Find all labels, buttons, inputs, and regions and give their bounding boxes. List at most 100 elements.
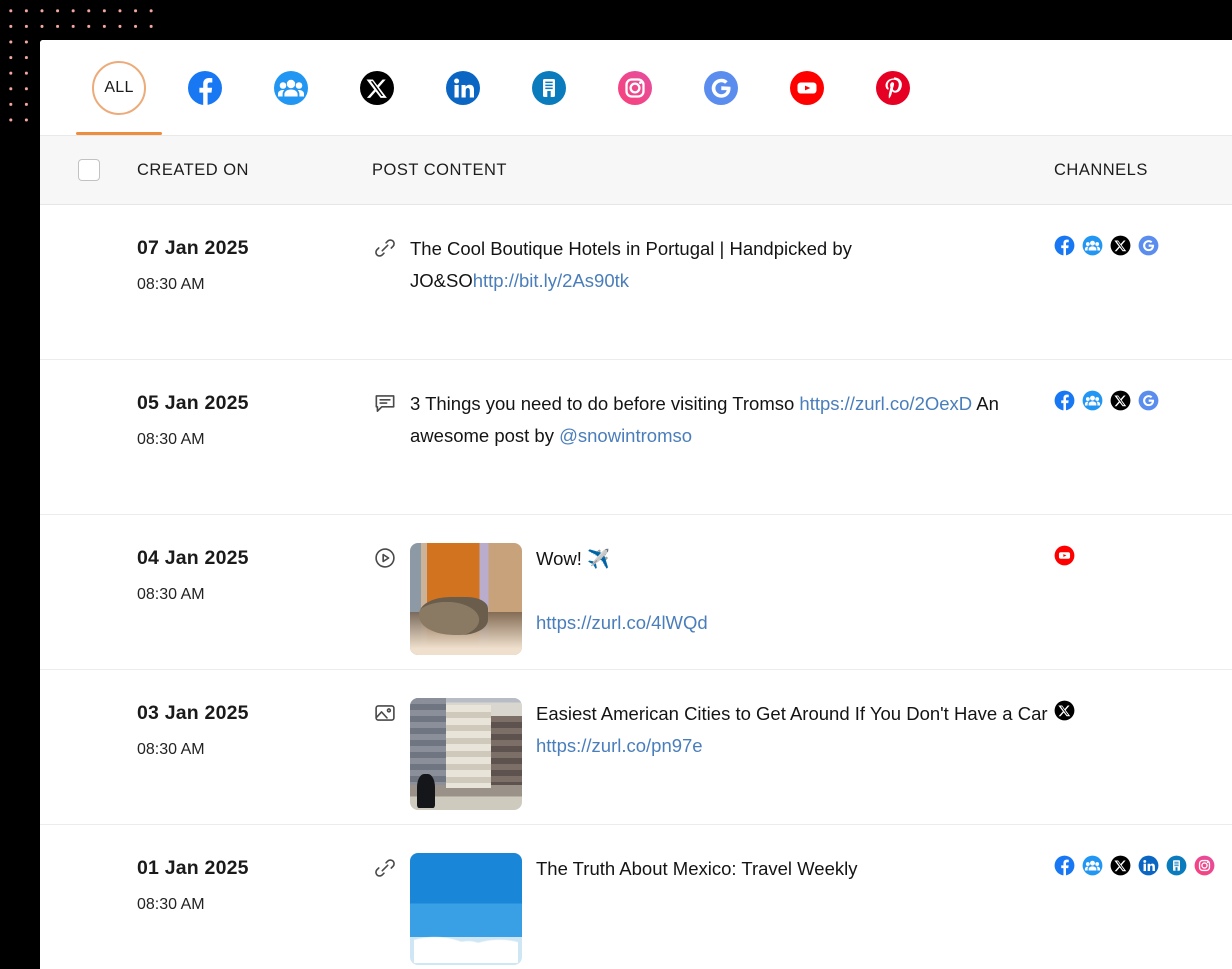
post-link[interactable]: @snowintromso	[559, 425, 692, 446]
channel-tab-instagram[interactable]	[592, 40, 678, 135]
table-row[interactable]: 04 Jan 2025 08:30 AM Wow! ✈️ https://zurl.c…	[40, 515, 1232, 670]
row-select-cell	[40, 515, 137, 669]
cat-video-thumbnail[interactable]	[410, 543, 522, 655]
post-link[interactable]: https://zurl.co/4lWQd	[536, 612, 708, 633]
header-channels[interactable]: CHANNELS	[1054, 161, 1232, 180]
header-post-content[interactable]: POST CONTENT	[372, 161, 1054, 180]
select-all-checkbox[interactable]	[77, 159, 100, 181]
x-twitter-icon[interactable]	[1110, 390, 1131, 411]
post-content-cell: 3 Things you need to do before visiting …	[372, 360, 1054, 514]
row-select-cell	[40, 360, 137, 514]
youtube-icon[interactable]	[1054, 545, 1075, 566]
channel-icon-list	[1054, 390, 1232, 411]
channels-cell	[1054, 515, 1232, 669]
channel-tab-x[interactable]	[334, 40, 420, 135]
post-link[interactable]: https://zurl.co/2OexD	[799, 393, 972, 414]
thumbnail-part	[410, 698, 446, 786]
created-on-cell: 07 Jan 2025 08:30 AM	[137, 205, 372, 359]
table-row[interactable]: 03 Jan 2025 08:30 AM Easiest American Citi…	[40, 670, 1232, 825]
post-link[interactable]: http://bit.ly/2As90tk	[473, 270, 629, 291]
facebook-group-icon[interactable]	[1082, 855, 1103, 876]
created-on-cell: 03 Jan 2025 08:30 AM	[137, 670, 372, 824]
image-icon	[375, 705, 395, 721]
row-select-cell	[40, 205, 137, 359]
channel-tab-fbgroup[interactable]	[248, 40, 334, 135]
created-on-cell: 01 Jan 2025 08:30 AM	[137, 825, 372, 969]
posts-table-body: 07 Jan 2025 08:30 AM The Cool Boutique Hot…	[40, 205, 1232, 969]
city-photo-thumbnail[interactable]	[410, 698, 522, 810]
post-text-segment: Easiest American Cities to Get Around If…	[536, 703, 1048, 724]
pinterest-icon	[876, 70, 910, 105]
facebook-icon	[188, 70, 222, 105]
post-content-cell: The Cool Boutique Hotels in Portugal | H…	[372, 205, 1054, 359]
channel-tab-gbusiness[interactable]	[678, 40, 764, 135]
linkedin-icon[interactable]	[1138, 855, 1159, 876]
post-text: The Cool Boutique Hotels in Portugal | H…	[410, 233, 1050, 359]
facebook-icon[interactable]	[1054, 390, 1075, 411]
google-business-icon	[704, 70, 738, 105]
thumbnail-part	[414, 915, 518, 963]
channel-filter-tabbar: ALL	[40, 40, 1232, 135]
linkedin-page-icon[interactable]	[1166, 855, 1187, 876]
post-text: Easiest American Cities to Get Around If…	[536, 698, 1054, 824]
post-text-segment: 3 Things you need to do before visiting …	[410, 393, 800, 414]
thumbnail-part	[445, 704, 491, 788]
channel-tab-lipage[interactable]	[506, 40, 592, 135]
active-tab-underline	[76, 132, 162, 135]
post-text-segment: The Truth About Mexico: Travel Weekly	[536, 858, 858, 879]
post-time: 08:30 AM	[137, 431, 205, 448]
google-business-icon[interactable]	[1138, 390, 1159, 411]
post-time: 08:30 AM	[137, 741, 205, 758]
sky-clouds-thumbnail[interactable]	[410, 853, 522, 965]
channel-tab-pinterest[interactable]	[850, 40, 936, 135]
table-header: CREATED ON POST CONTENT CHANNELS	[40, 135, 1232, 205]
post-time: 08:30 AM	[137, 276, 205, 293]
post-content-cell: Easiest American Cities to Get Around If…	[372, 670, 1054, 824]
post-time: 08:30 AM	[137, 586, 205, 603]
channels-cell	[1054, 205, 1232, 359]
post-date: 01 Jan 2025	[137, 857, 249, 879]
post-content-cell: The Truth About Mexico: Travel Weekly	[372, 825, 1054, 969]
x-twitter-icon[interactable]	[1110, 235, 1131, 256]
created-on-cell: 04 Jan 2025 08:30 AM	[137, 515, 372, 669]
post-text: Wow! ✈️ https://zurl.co/4lWQd	[536, 543, 708, 669]
text-post-icon	[375, 395, 395, 412]
table-row[interactable]: 07 Jan 2025 08:30 AM The Cool Boutique Hot…	[40, 205, 1232, 360]
app-window: ALL CREATED ON POST CONTENT CHANNELS 07 …	[40, 40, 1232, 969]
channel-icon-list	[1054, 545, 1232, 566]
x-twitter-icon[interactable]	[1054, 700, 1075, 721]
channel-tab-youtube[interactable]	[764, 40, 850, 135]
post-date: 05 Jan 2025	[137, 392, 249, 414]
x-twitter-icon[interactable]	[1110, 855, 1131, 876]
youtube-icon	[790, 70, 824, 105]
post-text-segment: Wow! ✈️	[536, 548, 611, 569]
post-link[interactable]: https://zurl.co/pn97e	[536, 735, 703, 756]
facebook-group-icon	[274, 70, 308, 105]
instagram-icon	[618, 70, 652, 105]
channel-icon-list	[1054, 235, 1232, 256]
channels-cell	[1054, 825, 1232, 969]
post-text: The Truth About Mexico: Travel Weekly	[536, 853, 858, 969]
channel-tab-linkedin[interactable]	[420, 40, 506, 135]
facebook-icon[interactable]	[1054, 235, 1075, 256]
thumbnail-part	[416, 774, 435, 808]
table-row[interactable]: 05 Jan 2025 08:30 AM 3 Things you need to …	[40, 360, 1232, 515]
link-icon	[375, 859, 395, 877]
google-business-icon[interactable]	[1138, 235, 1159, 256]
facebook-icon[interactable]	[1054, 855, 1075, 876]
channel-tab-all[interactable]: ALL	[76, 40, 162, 135]
channel-icon-list	[1054, 855, 1232, 876]
x-twitter-icon	[360, 70, 394, 105]
channels-cell	[1054, 360, 1232, 514]
all-channels-label: ALL	[92, 60, 146, 115]
instagram-icon[interactable]	[1194, 855, 1215, 876]
linkedin-icon	[446, 70, 480, 105]
table-row[interactable]: 01 Jan 2025 08:30 AM The Truth About Mexic…	[40, 825, 1232, 969]
link-icon	[375, 239, 395, 257]
facebook-group-icon[interactable]	[1082, 390, 1103, 411]
facebook-group-icon[interactable]	[1082, 235, 1103, 256]
header-created-on[interactable]: CREATED ON	[137, 161, 372, 180]
channel-tab-facebook[interactable]	[162, 40, 248, 135]
thumbnail-part	[490, 715, 522, 786]
select-all-cell	[40, 159, 137, 181]
